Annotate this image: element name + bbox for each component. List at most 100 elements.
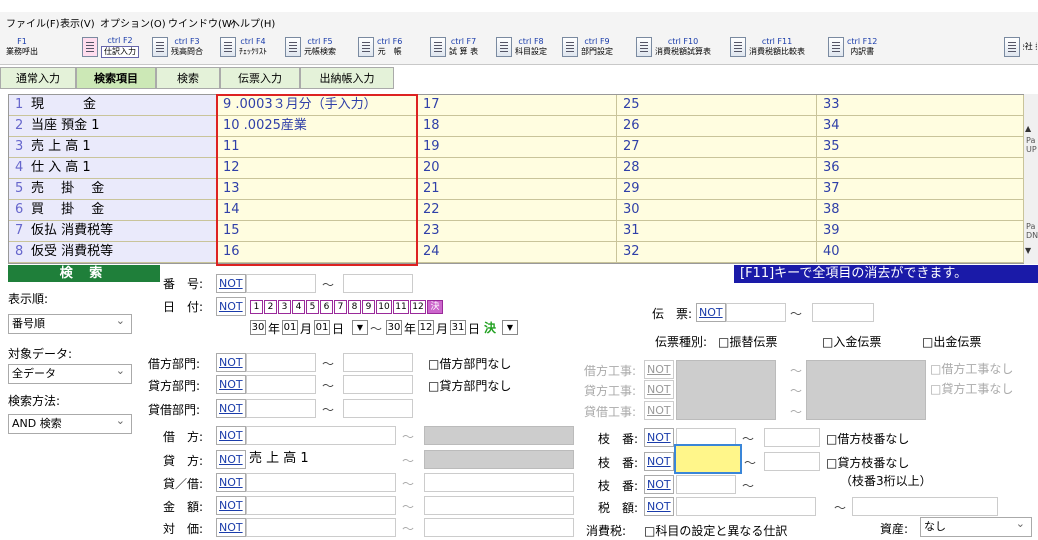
department-settings-button[interactable]: ctrl F9 部門設定	[562, 32, 613, 62]
consideration-not-toggle[interactable]: NOT	[216, 518, 246, 537]
credit-dept-from-input[interactable]	[246, 375, 316, 394]
dr-cr-from-input[interactable]	[246, 473, 396, 492]
company-select-button[interactable]: 会社 択	[1004, 32, 1037, 62]
number-from-input[interactable]	[246, 274, 316, 293]
search-method-select[interactable]: AND 検索	[8, 412, 132, 434]
grid-cell[interactable]: 24	[417, 242, 617, 263]
grid-cell[interactable]: 30	[617, 200, 817, 221]
order-select[interactable]: 番号順	[8, 312, 132, 334]
dr-cr-not-toggle[interactable]: NOT	[216, 473, 246, 492]
tax-trial-balance-button[interactable]: ctrl F10 消費税額試算表	[636, 32, 711, 62]
f1-button[interactable]: F1 業務呼出	[6, 32, 38, 62]
consideration-from-input[interactable]	[246, 518, 396, 537]
month-button[interactable]: 6	[320, 300, 333, 314]
tab-normal-input[interactable]: 通常入力	[0, 67, 76, 89]
payment-voucher-checkbox[interactable]: □出金伝票	[922, 333, 981, 350]
breakdown-button[interactable]: ctrl F12 内訳書	[828, 32, 877, 62]
grid-cell[interactable]: 23	[417, 221, 617, 242]
checklist-button[interactable]: ctrl F4 ﾁｪｯｸﾘｽﾄ	[220, 32, 267, 62]
journal-entry-button[interactable]: ctrl F2 仕訳入力	[82, 32, 139, 62]
grid-cell[interactable]: 25	[617, 95, 817, 116]
dr-cr-dept-not-toggle[interactable]: NOT	[216, 399, 246, 418]
account-cell[interactable]: 7 仮払 消費税等	[9, 221, 217, 242]
kessan-label[interactable]: 決	[484, 319, 496, 336]
month-button[interactable]: 4	[292, 300, 305, 314]
grid-cell[interactable]: 17	[417, 95, 617, 116]
from-month-input[interactable]: 01	[282, 320, 298, 335]
dr-cr-dept-from-input[interactable]	[246, 399, 316, 418]
account-cell[interactable]: 6 買 掛 金	[9, 200, 217, 221]
ledger-button[interactable]: ctrl F6 元 帳	[358, 32, 402, 62]
grid-cell[interactable]: 21	[417, 179, 617, 200]
subcode-to-input[interactable]	[764, 452, 820, 471]
month-button[interactable]: 2	[264, 300, 277, 314]
amount-from-input[interactable]	[246, 496, 396, 515]
credit-to-input[interactable]	[424, 450, 574, 469]
tab-search-items[interactable]: 検索項目	[76, 67, 156, 89]
grid-cell[interactable]: 40	[817, 242, 1024, 263]
account-cell[interactable]: 4 仕 入 高 1	[9, 158, 217, 179]
tab-voucher-input[interactable]: 伝票入力	[220, 67, 300, 89]
consideration-to-input[interactable]	[424, 518, 574, 537]
grid-cell[interactable]: 35	[817, 137, 1024, 158]
credit-from-input[interactable]: 売 上 高 1	[246, 450, 396, 469]
grid-cell[interactable]: 18	[417, 116, 617, 137]
to-year-input[interactable]: 30	[386, 320, 402, 335]
subcode-not-toggle[interactable]: NOT	[644, 475, 674, 494]
account-cell[interactable]: 3 売 上 高 1	[9, 137, 217, 158]
number-to-input[interactable]	[343, 274, 413, 293]
grid-cell[interactable]: 19	[417, 137, 617, 158]
grid-cell[interactable]: 28	[617, 158, 817, 179]
grid-cell[interactable]: 29	[617, 179, 817, 200]
credit-dept-not-toggle[interactable]: NOT	[216, 375, 246, 394]
menu-help[interactable]: ヘルプ(H)	[230, 15, 275, 30]
dr-cr-dept-to-input[interactable]	[343, 399, 413, 418]
to-date-dropdown[interactable]: ▼	[502, 320, 518, 335]
menu-file[interactable]: ファイル(F)	[6, 15, 60, 30]
from-date-dropdown[interactable]: ▼	[352, 320, 368, 335]
account-cell[interactable]: 2 当座 預金 1	[9, 116, 217, 137]
menu-view[interactable]: 表示(V)	[60, 15, 95, 30]
asset-select[interactable]: なし	[920, 515, 1032, 537]
debit-dept-to-input[interactable]	[343, 353, 413, 372]
scroll-up-icon[interactable]: ▲	[1025, 124, 1031, 133]
account-cell[interactable]: 8 仮受 消費税等	[9, 242, 217, 263]
to-month-input[interactable]: 12	[418, 320, 434, 335]
from-year-input[interactable]: 30	[250, 320, 266, 335]
grid-cell[interactable]: 38	[817, 200, 1024, 221]
debit-dept-not-toggle[interactable]: NOT	[216, 353, 246, 372]
no-credit-dept-checkbox[interactable]: □貸方部門なし	[428, 377, 511, 394]
amount-not-toggle[interactable]: NOT	[216, 496, 246, 515]
account-settings-button[interactable]: ctrl F8 科目設定	[496, 32, 547, 62]
voucher-not-toggle[interactable]: NOT	[696, 303, 726, 322]
tab-search[interactable]: 検索	[156, 67, 220, 89]
account-cell[interactable]: 1 現 金	[9, 95, 217, 116]
subcode-active-input[interactable]	[674, 444, 742, 474]
month-button[interactable]: 7	[334, 300, 347, 314]
grid-cell[interactable]: 20	[417, 158, 617, 179]
target-data-select[interactable]: 全データ	[8, 362, 132, 384]
subcode-from-input[interactable]	[676, 475, 736, 494]
from-day-input[interactable]: 01	[314, 320, 330, 335]
balance-inquiry-button[interactable]: ctrl F3 残高問合	[152, 32, 203, 62]
debit-to-input[interactable]	[424, 426, 574, 445]
grid-scrollbar[interactable]: ▲ Pa UP Pa DN ▼	[1024, 94, 1038, 264]
menu-options[interactable]: オプション(O)	[100, 15, 166, 30]
tab-cashbook-input[interactable]: 出納帳入力	[300, 67, 394, 89]
voucher-to-input[interactable]	[812, 303, 874, 322]
no-credit-subcode-checkbox[interactable]: □貸方枝番なし	[826, 454, 909, 471]
credit-dept-to-input[interactable]	[343, 375, 413, 394]
menu-window[interactable]: ウインドウ(W)	[168, 15, 236, 30]
scroll-down-icon[interactable]: ▼	[1025, 246, 1031, 255]
voucher-from-input[interactable]	[726, 303, 786, 322]
month-button[interactable]: 11	[393, 300, 409, 314]
grid-cell[interactable]: 22	[417, 200, 617, 221]
account-cell[interactable]: 5 売 掛 金	[9, 179, 217, 200]
tax-mismatch-checkbox[interactable]: □科目の設定と異なる仕訳	[644, 522, 787, 539]
month-button[interactable]: 5	[306, 300, 319, 314]
debit-from-input[interactable]	[246, 426, 396, 445]
subcode-not-toggle[interactable]: NOT	[644, 452, 674, 471]
grid-cell[interactable]: 36	[817, 158, 1024, 179]
amount-to-input[interactable]	[424, 496, 574, 515]
month-button[interactable]: 10	[376, 300, 392, 314]
